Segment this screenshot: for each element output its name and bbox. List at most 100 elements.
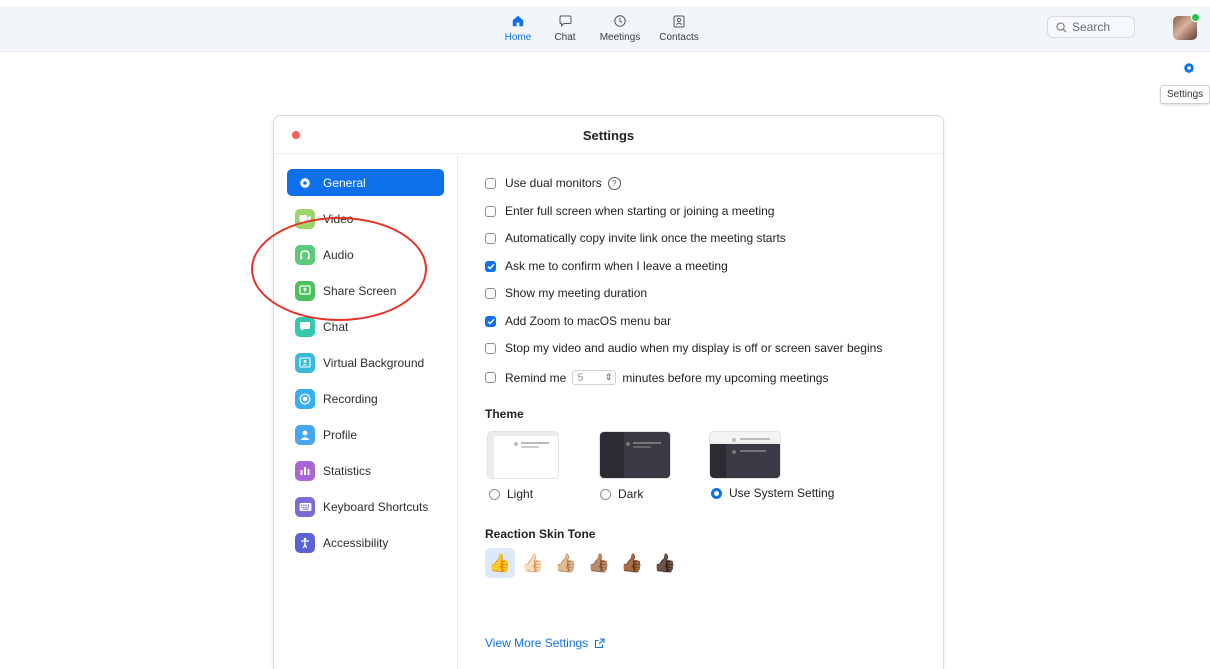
- sidebar-item-statistics[interactable]: Statistics: [287, 457, 444, 484]
- option-macos-menu-bar[interactable]: Add Zoom to macOS menu bar: [485, 314, 671, 328]
- checkbox[interactable]: [485, 232, 496, 244]
- search-placeholder: Search: [1072, 20, 1111, 34]
- option-copy-invite-link[interactable]: Automatically copy invite link once the …: [485, 231, 786, 245]
- chat-bubble-icon: [295, 316, 315, 337]
- checkbox-checked[interactable]: [485, 260, 496, 272]
- sidebar-item-share-screen[interactable]: Share Screen: [287, 277, 444, 304]
- remind-prefix: Remind me: [505, 370, 567, 385]
- theme-option-label: Use System Setting: [729, 486, 835, 500]
- radio-button-selected[interactable]: [711, 487, 722, 499]
- option-label: Enter full screen when starting or joini…: [505, 204, 775, 218]
- remind-minutes-stepper[interactable]: 5 ⇕: [572, 370, 617, 385]
- theme-system-option[interactable]: Use System Setting: [711, 486, 834, 500]
- theme-dark-option[interactable]: Dark: [600, 487, 643, 501]
- sidebar-item-label: Recording: [323, 391, 378, 406]
- sidebar-item-accessibility[interactable]: Accessibility: [287, 529, 444, 556]
- sidebar-item-recording[interactable]: Recording: [287, 385, 444, 412]
- person-frame-icon: [295, 352, 315, 373]
- nav-contacts-label: Contacts: [659, 32, 699, 43]
- settings-gear-icon[interactable]: [1183, 61, 1195, 79]
- sidebar-item-label: Audio: [323, 247, 354, 262]
- view-more-settings-label: View More Settings: [485, 636, 589, 650]
- settings-window: Settings General Video Audio Share Scree…: [273, 115, 944, 669]
- remind-minutes-value: 5: [577, 371, 584, 384]
- sidebar-item-label: General: [323, 175, 366, 190]
- search-box[interactable]: Search: [1047, 16, 1135, 38]
- sidebar-item-profile[interactable]: Profile: [287, 421, 444, 448]
- checkbox[interactable]: [485, 372, 496, 383]
- option-remind-me[interactable]: Remind me 5 ⇕ minutes before my upcoming…: [485, 370, 828, 385]
- option-label: Ask me to confirm when I leave a meeting: [505, 259, 728, 273]
- settings-sidebar: General Video Audio Share Screen Chat Vi…: [274, 154, 458, 669]
- sidebar-item-virtual-background[interactable]: Virtual Background: [287, 349, 444, 376]
- sidebar-item-label: Keyboard Shortcuts: [323, 499, 429, 514]
- radio-button[interactable]: [600, 488, 611, 500]
- skin-tone-medium-light-thumbs-up-icon[interactable]: 👍🏼: [551, 548, 581, 578]
- sidebar-item-keyboard-shortcuts[interactable]: Keyboard Shortcuts: [287, 493, 444, 520]
- option-label: Add Zoom to macOS menu bar: [505, 314, 672, 328]
- checkbox[interactable]: [485, 287, 496, 299]
- gear-icon: [295, 173, 315, 193]
- skin-tone-default-thumbs-up-icon[interactable]: 👍: [485, 548, 515, 578]
- contacts-icon: [650, 12, 708, 30]
- nav-home[interactable]: Home: [496, 12, 540, 43]
- online-status-dot: [1191, 13, 1200, 22]
- option-dual-monitors[interactable]: Use dual monitors ?: [485, 176, 621, 190]
- view-more-settings-link[interactable]: View More Settings: [485, 636, 605, 650]
- top-bar: Home Chat Meetings Contacts Search: [0, 6, 1210, 52]
- option-full-screen[interactable]: Enter full screen when starting or joini…: [485, 204, 774, 218]
- skin-tone-dark-thumbs-up-icon[interactable]: 👍🏿: [650, 548, 680, 578]
- option-stop-video-audio[interactable]: Stop my video and audio when my display …: [485, 341, 882, 355]
- checkbox[interactable]: [485, 205, 496, 217]
- nav-chat-label: Chat: [554, 32, 576, 43]
- sidebar-item-label: Virtual Background: [323, 355, 425, 370]
- nav-chat[interactable]: Chat: [540, 12, 590, 43]
- keyboard-icon: [295, 496, 315, 517]
- radio-button[interactable]: [489, 488, 500, 500]
- skin-tone-medium-thumbs-up-icon[interactable]: 👍🏽: [584, 548, 614, 578]
- checkbox-checked[interactable]: [485, 315, 496, 327]
- main-nav: Home Chat Meetings Contacts: [496, 12, 708, 43]
- option-confirm-leave[interactable]: Ask me to confirm when I leave a meeting: [485, 259, 728, 273]
- sidebar-item-label: Chat: [323, 319, 349, 334]
- sidebar-item-chat[interactable]: Chat: [287, 313, 444, 340]
- chat-icon: [540, 12, 590, 30]
- sidebar-item-label: Video: [323, 211, 354, 226]
- window-title: Settings: [582, 128, 635, 143]
- option-label: Use dual monitors: [505, 176, 602, 190]
- bar-chart-icon: [295, 460, 315, 481]
- skin-tone-light-thumbs-up-icon[interactable]: 👍🏻: [518, 548, 548, 578]
- theme-light-preview[interactable]: [488, 432, 558, 478]
- help-icon[interactable]: ?: [607, 176, 621, 190]
- share-screen-icon: [295, 280, 315, 301]
- theme-light-option[interactable]: Light: [489, 487, 533, 501]
- skin-tone-medium-dark-thumbs-up-icon[interactable]: 👍🏾: [617, 548, 647, 578]
- external-link-icon: [595, 637, 605, 648]
- sidebar-item-label: Profile: [323, 427, 358, 442]
- sidebar-item-label: Statistics: [323, 463, 372, 478]
- avatar[interactable]: [1173, 13, 1200, 40]
- nav-meetings[interactable]: Meetings: [590, 12, 650, 43]
- option-label: Automatically copy invite link once the …: [505, 231, 786, 245]
- search-icon: [1056, 21, 1067, 32]
- checkbox[interactable]: [485, 342, 496, 354]
- stepper-arrows-icon[interactable]: ⇕: [605, 372, 616, 383]
- nav-contacts[interactable]: Contacts: [650, 12, 708, 43]
- option-label: Show my meeting duration: [505, 286, 648, 300]
- clock-icon: [590, 12, 650, 30]
- sidebar-item-general[interactable]: General: [287, 169, 444, 196]
- option-meeting-duration[interactable]: Show my meeting duration: [485, 286, 647, 300]
- accessibility-icon: [295, 532, 315, 553]
- sidebar-item-label: Accessibility: [323, 535, 389, 550]
- theme-heading: Theme: [485, 407, 524, 421]
- remind-suffix: minutes before my upcoming meetings: [622, 370, 829, 385]
- sidebar-item-video[interactable]: Video: [287, 205, 444, 232]
- nav-home-label: Home: [504, 32, 532, 43]
- option-label: Stop my video and audio when my display …: [505, 341, 883, 355]
- skin-tone-heading: Reaction Skin Tone: [485, 527, 596, 541]
- checkbox[interactable]: [485, 177, 496, 189]
- home-icon: [496, 12, 540, 30]
- theme-system-preview[interactable]: [710, 432, 780, 478]
- theme-dark-preview[interactable]: [600, 432, 670, 478]
- sidebar-item-audio[interactable]: Audio: [287, 241, 444, 268]
